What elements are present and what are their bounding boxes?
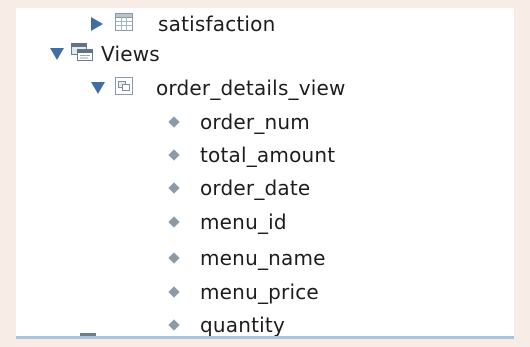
tree-group-label: Views bbox=[101, 42, 160, 66]
column-label: order_date bbox=[200, 176, 311, 200]
expand-arrow-icon[interactable] bbox=[91, 17, 103, 31]
selection-divider-line bbox=[16, 336, 514, 339]
tree-column-item[interactable]: total_amount bbox=[168, 139, 336, 171]
collapse-arrow-icon[interactable] bbox=[91, 82, 105, 94]
tree-item-order-details-view[interactable]: order_details_view bbox=[91, 72, 346, 104]
column-diamond-icon bbox=[168, 286, 180, 298]
view-icon bbox=[115, 76, 133, 100]
tree-column-item[interactable]: menu_price bbox=[168, 276, 319, 308]
column-label: total_amount bbox=[200, 143, 336, 167]
column-diamond-icon bbox=[168, 252, 180, 264]
tree-column-item[interactable]: quantity bbox=[168, 309, 285, 339]
column-label: menu_price bbox=[200, 280, 319, 304]
schema-navigator-tree: satisfaction Views order_details_view or… bbox=[16, 8, 514, 339]
tree-column-item[interactable]: order_date bbox=[168, 172, 311, 204]
table-icon bbox=[115, 12, 133, 36]
column-diamond-icon bbox=[168, 216, 180, 228]
column-diamond-icon bbox=[168, 116, 180, 128]
column-label: quantity bbox=[200, 313, 285, 337]
tree-item-satisfaction[interactable]: satisfaction bbox=[91, 8, 276, 40]
tree-column-item[interactable]: menu_id bbox=[168, 206, 287, 238]
column-diamond-icon bbox=[168, 182, 180, 194]
column-label: order_num bbox=[200, 110, 310, 134]
column-label: menu_name bbox=[200, 246, 326, 270]
column-label: menu_id bbox=[200, 210, 287, 234]
tree-item-label: order_details_view bbox=[156, 76, 346, 100]
collapse-arrow-icon[interactable] bbox=[50, 48, 64, 60]
column-diamond-icon bbox=[168, 149, 180, 161]
tree-item-label: satisfaction bbox=[158, 12, 276, 36]
tree-column-item[interactable]: menu_name bbox=[168, 242, 326, 274]
column-diamond-icon bbox=[168, 319, 180, 331]
views-folder-icon bbox=[70, 42, 94, 67]
tree-group-views[interactable]: Views bbox=[50, 38, 160, 70]
tree-column-item[interactable]: order_num bbox=[168, 106, 310, 138]
